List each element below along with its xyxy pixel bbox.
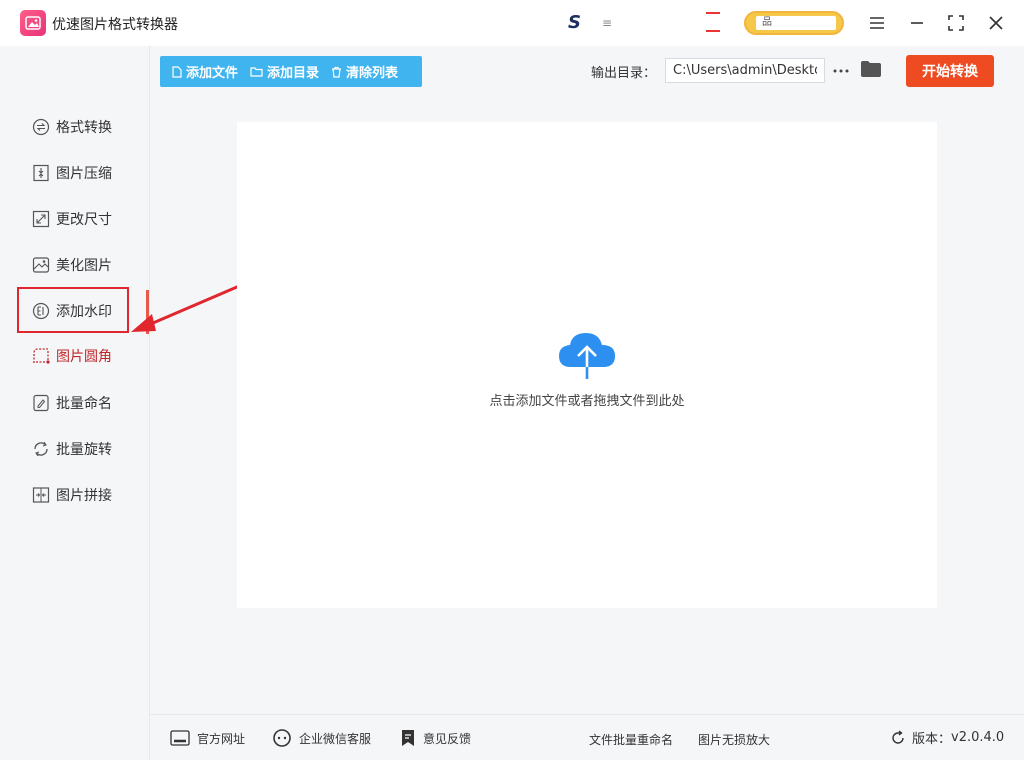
active-indicator	[146, 290, 149, 334]
add-directory-label: 添加目录	[267, 66, 320, 81]
refresh-icon	[892, 729, 904, 744]
more-options-icon[interactable]	[832, 62, 850, 80]
wechat-service-link[interactable]: 企业微信客服	[272, 728, 371, 748]
version-label: 版本：	[912, 732, 952, 747]
sidebar-item-batch-rename[interactable]: 批量命名	[32, 390, 142, 416]
official-website-label: 官方网址	[197, 731, 246, 746]
footer-bar: 官方网址 企业微信客服 意见反馈 文件批量重命名 图片无损放大 版本： v2.0…	[150, 714, 1024, 760]
trash-icon	[332, 66, 342, 78]
promo-logo[interactable]: S	[568, 12, 581, 33]
website-icon	[170, 730, 190, 746]
rounded-corner-icon	[32, 347, 50, 365]
sidebar-item-label: 图片压缩	[56, 166, 112, 182]
sidebar-item-label: 批量旋转	[56, 442, 112, 458]
folder-icon	[250, 67, 263, 77]
beautify-icon	[32, 256, 50, 274]
sidebar-item-label: 图片拼接	[56, 488, 112, 504]
maximize-icon[interactable]	[943, 10, 969, 36]
promo-pill-button[interactable]: 品	[744, 11, 844, 35]
file-toolbar: 添加文件 添加目录 清除列表	[160, 56, 422, 87]
title-bar: 优速图片格式转换器 S ≡ 品	[0, 0, 1024, 46]
start-convert-button[interactable]: 开始转换	[906, 55, 994, 87]
minimize-icon[interactable]	[904, 10, 930, 36]
sidebar-item-label: 美化图片	[56, 258, 112, 274]
lossless-zoom-link[interactable]: 图片无损放大	[698, 731, 770, 748]
feedback-label: 意见反馈	[423, 731, 472, 746]
sidebar-item-label: 更改尺寸	[56, 212, 112, 228]
output-dir-label: 输出目录：	[591, 66, 657, 81]
cloud-upload-icon	[559, 333, 615, 379]
sidebar-item-label: 格式转换	[56, 120, 112, 136]
close-icon[interactable]	[983, 10, 1009, 36]
wechat-icon	[273, 729, 291, 747]
app-title: 优速图片格式转换器	[52, 17, 178, 33]
add-file-button[interactable]: 添加文件	[160, 56, 244, 87]
merge-icon	[32, 486, 50, 504]
rotate-icon	[32, 440, 50, 458]
batch-rename-link[interactable]: 文件批量重命名	[589, 731, 673, 748]
sidebar-item-compress[interactable]: 图片压缩	[32, 160, 142, 186]
version-number: v2.0.4.0	[951, 730, 1005, 745]
feedback-link[interactable]: 意见反馈	[400, 728, 471, 748]
menu-icon[interactable]	[864, 10, 890, 36]
wechat-service-label: 企业微信客服	[299, 731, 372, 746]
sidebar-item-batch-rotate[interactable]: 批量旋转	[32, 436, 142, 462]
version-info[interactable]: 版本： v2.0.4.0	[890, 728, 1004, 747]
compress-icon	[32, 164, 50, 182]
drop-hint-text: 点击添加文件或者拖拽文件到此处	[489, 394, 685, 409]
clear-list-label: 清除列表	[346, 66, 399, 81]
highlight-annotation-box	[17, 287, 129, 333]
sidebar-item-label: 批量命名	[56, 396, 112, 412]
sidebar-item-resize[interactable]: 更改尺寸	[32, 206, 142, 232]
sidebar-item-merge[interactable]: 图片拼接	[32, 482, 142, 508]
promo-pill-label: 品	[756, 16, 836, 30]
resize-icon	[32, 210, 50, 228]
add-directory-button[interactable]: 添加目录	[244, 56, 325, 87]
promo-text: ≡	[602, 16, 613, 30]
rename-icon	[32, 394, 50, 412]
file-drop-area[interactable]: 点击添加文件或者拖拽文件到此处	[237, 122, 937, 608]
feedback-icon	[402, 730, 414, 746]
sidebar-item-label: 图片圆角	[56, 349, 112, 365]
sidebar-item-beautify[interactable]: 美化图片	[32, 252, 142, 278]
promo-badge-icon[interactable]	[706, 12, 720, 32]
official-website-link[interactable]: 官方网址	[170, 728, 245, 748]
app-logo-icon	[20, 10, 46, 36]
sidebar-item-rounded-corner[interactable]: 图片圆角	[32, 343, 142, 369]
convert-icon	[32, 118, 50, 136]
open-folder-icon[interactable]	[860, 60, 882, 80]
file-icon	[172, 65, 182, 78]
sidebar: 格式转换 图片压缩 更改尺寸 美化图片 添加水印 图片圆角 批量命名 批量旋转 …	[0, 46, 150, 760]
output-dir-input[interactable]	[665, 58, 825, 83]
add-file-label: 添加文件	[186, 66, 239, 81]
clear-list-button[interactable]: 清除列表	[325, 56, 404, 87]
sidebar-item-format-convert[interactable]: 格式转换	[32, 114, 142, 140]
